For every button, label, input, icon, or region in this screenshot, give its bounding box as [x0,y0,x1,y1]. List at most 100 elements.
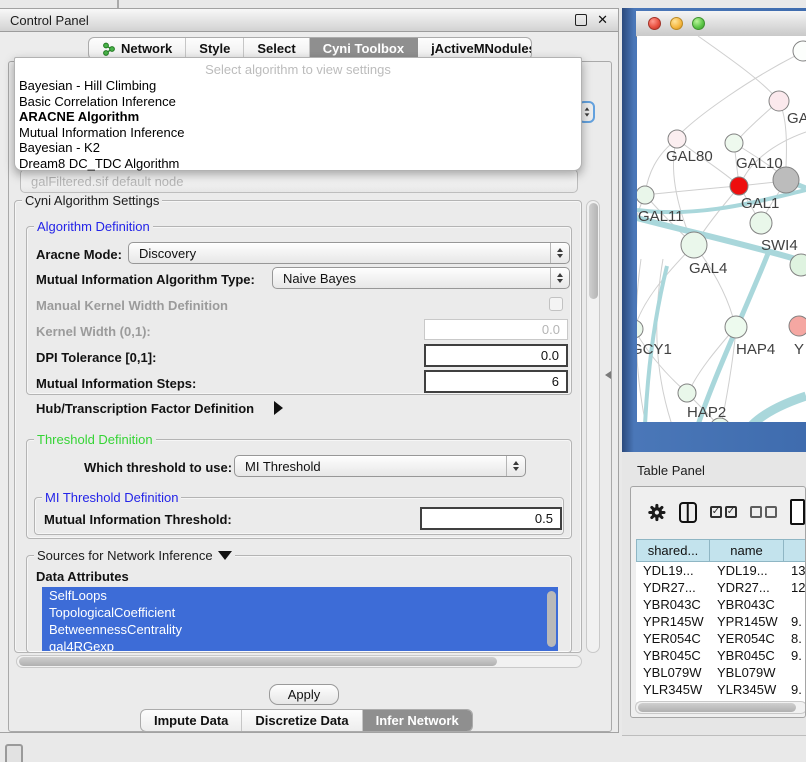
mi-steps-field[interactable]: 6 [424,370,568,393]
manual-kernel-checkbox[interactable] [549,297,563,311]
list-scrollbar[interactable] [547,591,556,647]
settings-hscrollbar[interactable] [16,655,582,668]
minimize-traffic-light-icon[interactable] [670,17,683,30]
network-node-swi4[interactable] [750,212,772,234]
network-node-gal4[interactable] [681,232,707,258]
list-item[interactable]: SelfLoops [42,587,558,604]
algorithm-item-bayesian-k2[interactable]: Bayesian - K2 [15,140,581,156]
network-node[interactable] [773,167,799,193]
data-attributes-list[interactable]: SelfLoops TopologicalCoefficient Between… [42,587,558,651]
select-all-checks-icon[interactable]: ✓✓ [710,506,737,518]
mi-threshold-field[interactable]: 0.5 [420,507,562,530]
column-header-name[interactable]: name [710,539,784,562]
network-node[interactable] [793,41,806,61]
float-window-icon[interactable] [575,14,587,26]
list-item[interactable]: gal4RGexp [42,638,558,651]
network-view-titlebar[interactable] [636,11,806,37]
dpi-tolerance-field[interactable]: 0.0 [424,344,568,367]
table-row[interactable]: YDR27...YDR27...12 [636,579,806,596]
network-node-gcy1[interactable] [637,320,643,338]
network-node-label: GAL1 [741,195,779,212]
table-source-select[interactable]: galFiltered.sif default node [20,169,578,193]
network-canvas[interactable]: GALGAL80GAL10GAL1GAL11SWI4GAL4GCY1HAP4YH… [637,36,806,422]
table-row[interactable]: YDL19...YDL19...13 [636,562,806,579]
algorithm-item-aracne[interactable]: ARACNE Algorithm [15,109,581,125]
algorithm-item-bayesian-hill-climbing[interactable]: Bayesian - Hill Climbing [15,78,581,94]
algorithm-item-basic-correlation[interactable]: Basic Correlation Inference [15,94,581,110]
kernel-width-field[interactable]: 0.0 [424,319,568,340]
close-traffic-light-icon[interactable] [648,17,661,30]
minimized-panel-icon[interactable] [5,744,23,762]
manual-kernel-label: Manual Kernel Width Definition [36,298,228,313]
network-node-label: HAP4 [736,341,775,358]
table-row[interactable]: YBR043CYBR043C [636,596,806,613]
network-view-window: GALGAL80GAL10GAL1GAL11SWI4GAL4GCY1HAP4YH… [622,8,806,452]
network-node-y[interactable] [789,316,806,336]
algorithm-item-dream8[interactable]: Dream8 DC_TDC Algorithm [15,156,581,172]
tab-select[interactable]: Select [244,38,309,59]
network-node-label: SWI4 [761,237,798,254]
collapse-arrow-icon[interactable] [218,551,232,560]
column-header-cut[interactable] [784,539,806,562]
settings-vscrollbar-thumb[interactable] [589,203,598,299]
settings-vscrollbar[interactable] [586,200,600,653]
aracne-mode-select[interactable]: Discovery [128,242,570,264]
table-row[interactable]: YPR145WYPR145W9. [636,613,806,630]
mi-threshold-label: Mutual Information Threshold: [44,512,232,527]
network-node-hap2[interactable] [678,384,696,402]
new-table-icon[interactable] [790,499,805,525]
table-row[interactable]: YBR045CYBR045C9. [636,647,806,664]
tab-impute-data[interactable]: Impute Data [141,710,242,731]
table-toolbar: ✓✓ ✓✓ [631,487,805,537]
list-item[interactable]: TopologicalCoefficient [42,604,558,621]
network-edge [698,36,778,100]
table-source-value: galFiltered.sif default node [21,174,183,189]
which-threshold-select[interactable]: MI Threshold [234,455,526,477]
tab-style[interactable]: Style [186,38,244,59]
network-node-label: GAL4 [689,260,727,277]
network-node-gal1[interactable] [730,177,748,195]
list-item[interactable]: BetweennessCentrality [42,621,558,638]
kernel-width-label: Kernel Width (0,1): [36,324,151,339]
threshold-definition-title: Threshold Definition [34,432,156,447]
table-hscrollbar[interactable] [635,701,806,714]
close-icon[interactable]: ✕ [597,15,608,25]
column-layout-icon[interactable] [679,502,697,523]
deselect-all-checks-icon[interactable]: ✓✓ [750,506,777,518]
tab-infer-network[interactable]: Infer Network [363,710,472,731]
top-edge-fragment [117,0,119,8]
table-row[interactable]: YBL079WYBL079W [636,664,806,681]
mi-type-select[interactable]: Naive Bayes [272,267,570,289]
tab-jactivemnodules[interactable]: jActiveMNodules [418,38,532,59]
splitter-collapse-arrow[interactable] [605,371,611,379]
column-header-sharedname[interactable]: shared... [636,539,710,562]
zoom-traffic-light-icon[interactable] [692,17,705,30]
network-node-gal80[interactable] [668,130,686,148]
gear-icon[interactable] [648,503,666,522]
combo-stepper-icon [506,456,525,476]
hub-definition-label: Hub/Transcription Factor Definition [36,401,254,416]
table-header-row: shared... name [636,539,806,562]
settings-hscrollbar-thumb[interactable] [19,657,497,666]
which-threshold-label: Which threshold to use: [84,460,232,475]
apply-button[interactable]: Apply [269,684,339,705]
table-hscrollbar-thumb[interactable] [638,703,796,712]
mi-threshold-definition-title: MI Threshold Definition [42,490,181,505]
network-node-gal10[interactable] [725,134,743,152]
control-panel-titlebar[interactable]: Control Panel ✕ [0,9,618,32]
mi-type-value: Naive Bayes [273,271,356,286]
algorithm-item-mutual-information[interactable]: Mutual Information Inference [15,125,581,141]
network-node-gal[interactable] [769,91,789,111]
network-node-hap4[interactable] [725,316,747,338]
tab-network[interactable]: Network [89,38,186,59]
tab-cyni-toolbox[interactable]: Cyni Toolbox [310,38,418,59]
table-panel: Table Panel ✓✓ ✓✓ [622,452,806,736]
table-row[interactable]: YLR345WYLR345W9. [636,681,806,698]
network-node-gal11[interactable] [637,186,654,204]
tab-select-label: Select [257,41,295,56]
tab-discretize-data[interactable]: Discretize Data [242,710,362,731]
tab-infer-network-label: Infer Network [376,713,459,728]
table-panel-title: Table Panel [637,463,705,478]
expand-arrow-icon[interactable] [274,401,283,415]
table-row[interactable]: YER054CYER054C8. [636,630,806,647]
